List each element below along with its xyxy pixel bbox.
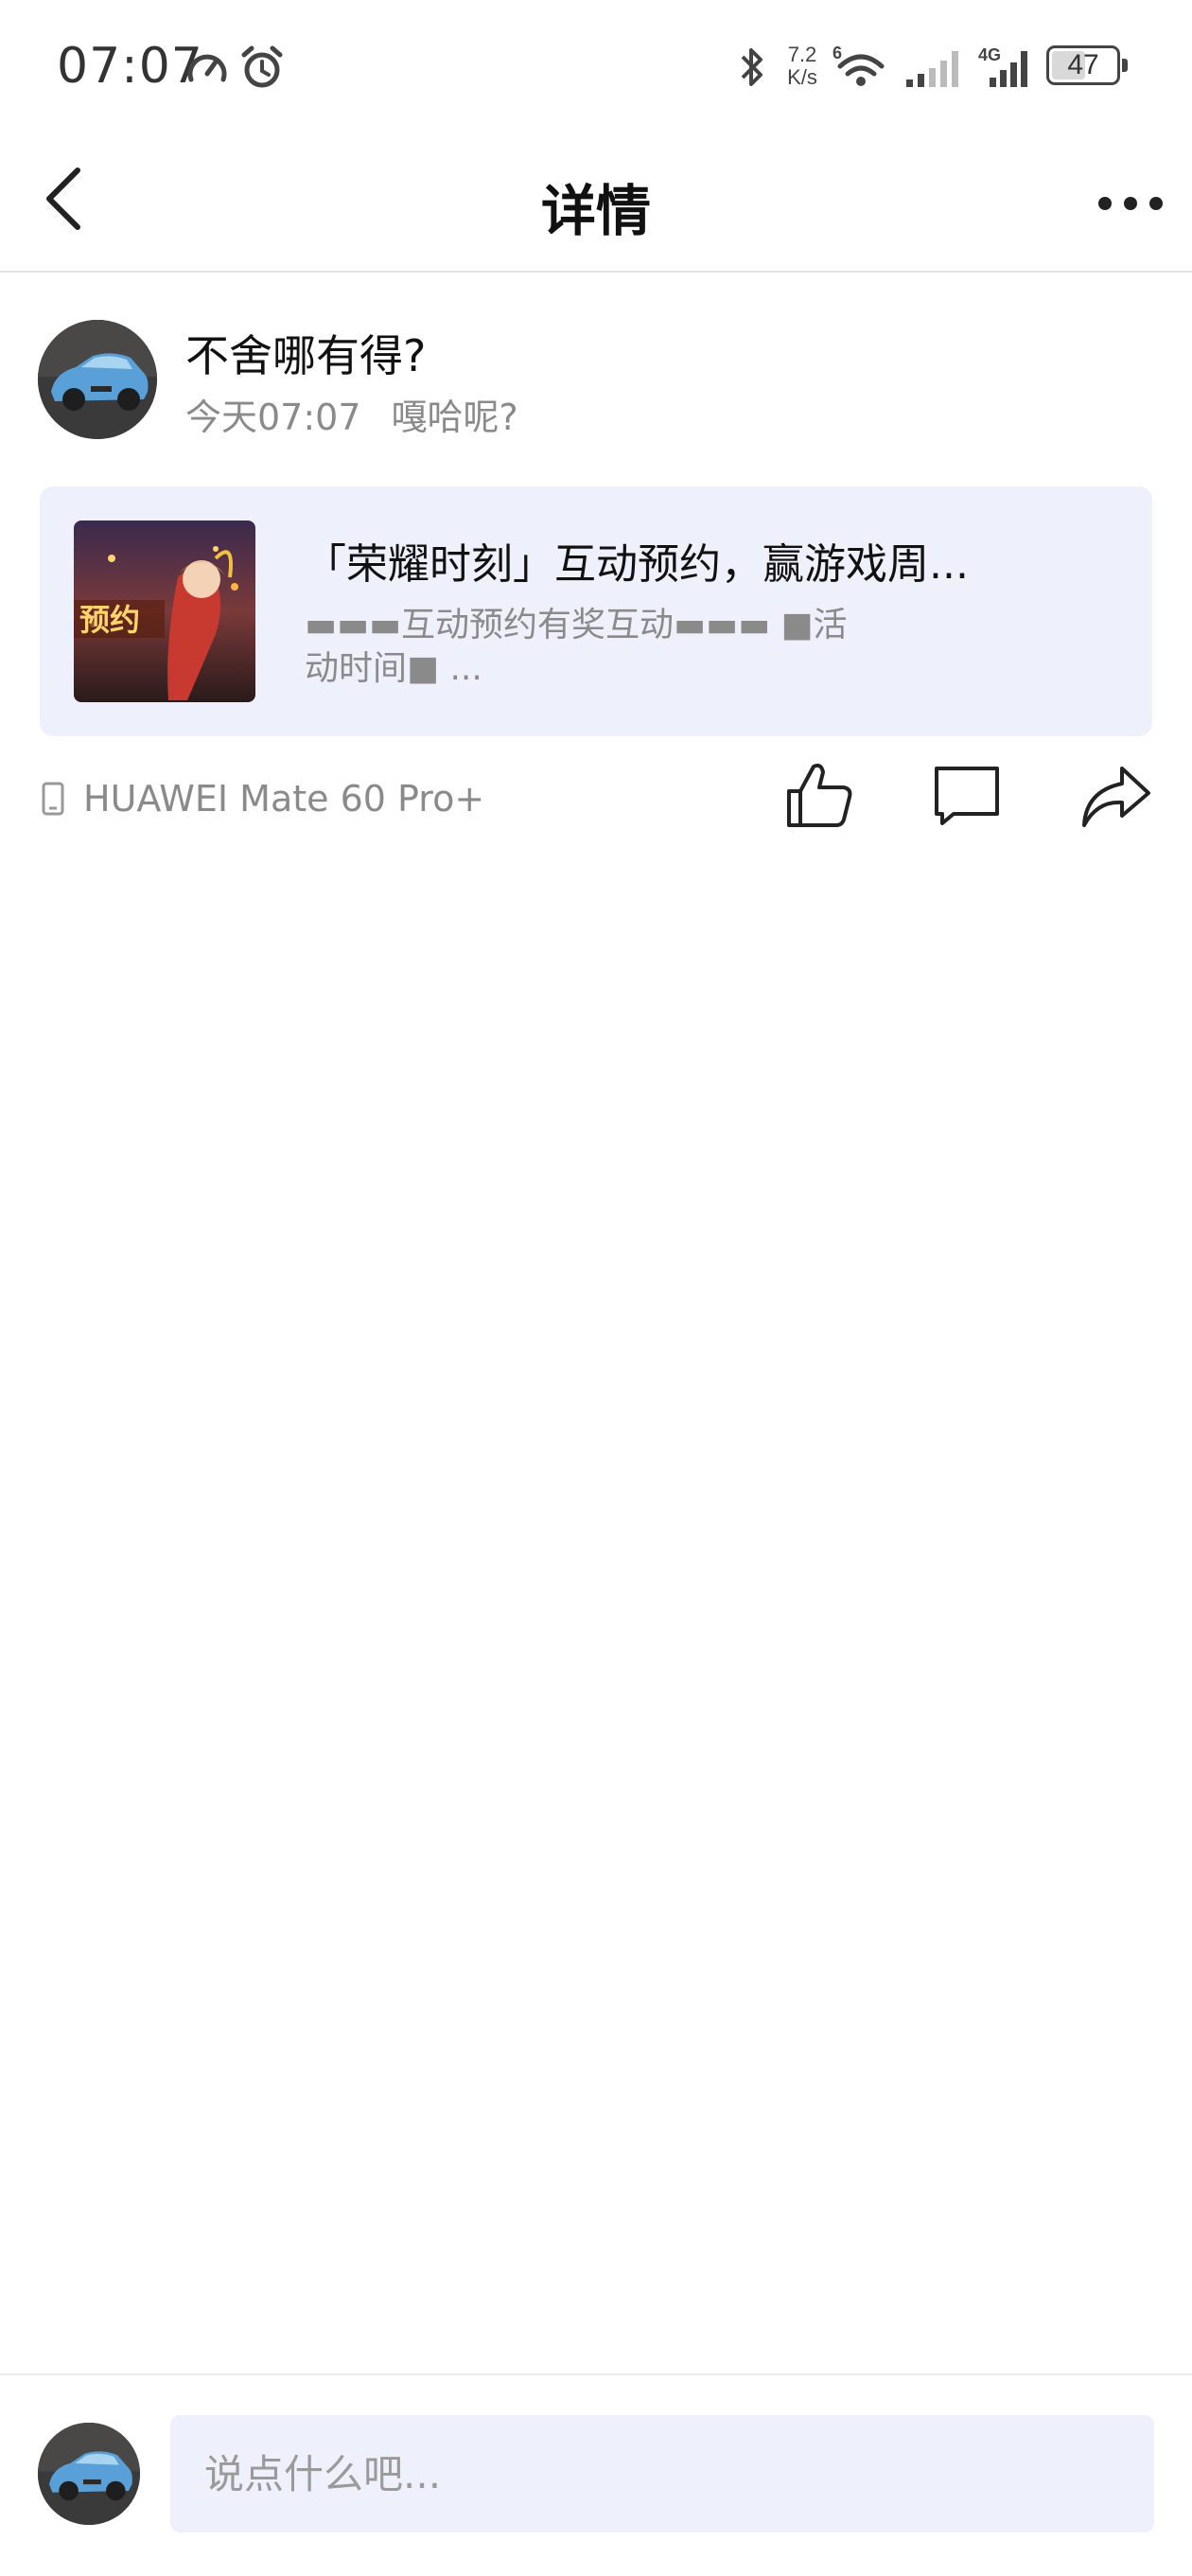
speedometer-icon <box>187 54 227 82</box>
status-bar: 07:07 7.2 K/s 6 4G 47 <box>0 0 1192 132</box>
signal-icon-sim1 <box>906 51 958 87</box>
author-avatar[interactable] <box>38 320 157 439</box>
post-meta: 今天07:07 嘎哈呢? <box>185 388 518 440</box>
alarm-icon <box>241 45 283 88</box>
device-info: HUAWEI Mate 60 Pro+ <box>40 772 484 825</box>
more-options-icon[interactable] <box>1088 170 1173 237</box>
page-title: 详情 <box>540 179 651 243</box>
cell-label: 4G <box>978 45 1001 64</box>
game-poster-image: 预约 <box>74 520 255 702</box>
phone-icon <box>42 782 64 816</box>
status-time: 07:07 <box>57 38 203 95</box>
thumbs-up-icon[interactable] <box>781 757 857 833</box>
comment-icon[interactable] <box>929 757 1005 833</box>
signal-icon-sim2: 4G <box>978 45 1027 87</box>
device-name: HUAWEI Mate 60 Pro+ <box>83 778 485 820</box>
battery-tip <box>1122 59 1128 72</box>
current-user-avatar[interactable] <box>38 2423 140 2525</box>
net-speed-unit: K/s <box>787 65 817 89</box>
shared-activity-card[interactable]: 预约 「荣耀时刻」互动预约，赢游戏周... ▬▬▬互动预约有奖互动▬▬▬ ■活动… <box>40 486 1152 736</box>
network-speed: 7.2 K/s <box>781 44 823 89</box>
comment-input[interactable] <box>170 2415 1154 2532</box>
comment-bar <box>0 2373 1192 2576</box>
wifi-label: 6 <box>833 44 842 62</box>
battery-percent: 47 <box>1067 49 1099 80</box>
car-avatar-image <box>38 2423 140 2525</box>
car-avatar-image <box>38 320 157 439</box>
nav-bar: 详情 <box>0 132 1192 273</box>
card-title: 「荣耀时刻」互动预约，赢游戏周... <box>305 540 969 589</box>
card-thumbnail: 预约 <box>74 520 255 702</box>
post-content: 嘎哈呢? <box>391 397 518 438</box>
battery-icon: 47 <box>1046 45 1120 85</box>
net-speed-value: 7.2 <box>787 43 817 66</box>
share-icon[interactable] <box>1078 759 1154 835</box>
thumb-text: 预约 <box>79 602 140 638</box>
bluetooth-icon <box>741 48 763 86</box>
post-time: 今天07:07 <box>185 397 361 438</box>
card-description: ▬▬▬互动预约有奖互动▬▬▬ ■活动时间■ ... <box>305 606 848 688</box>
wifi-icon: 6 <box>833 44 885 86</box>
author-name[interactable]: 不舍哪有得? <box>185 322 426 384</box>
